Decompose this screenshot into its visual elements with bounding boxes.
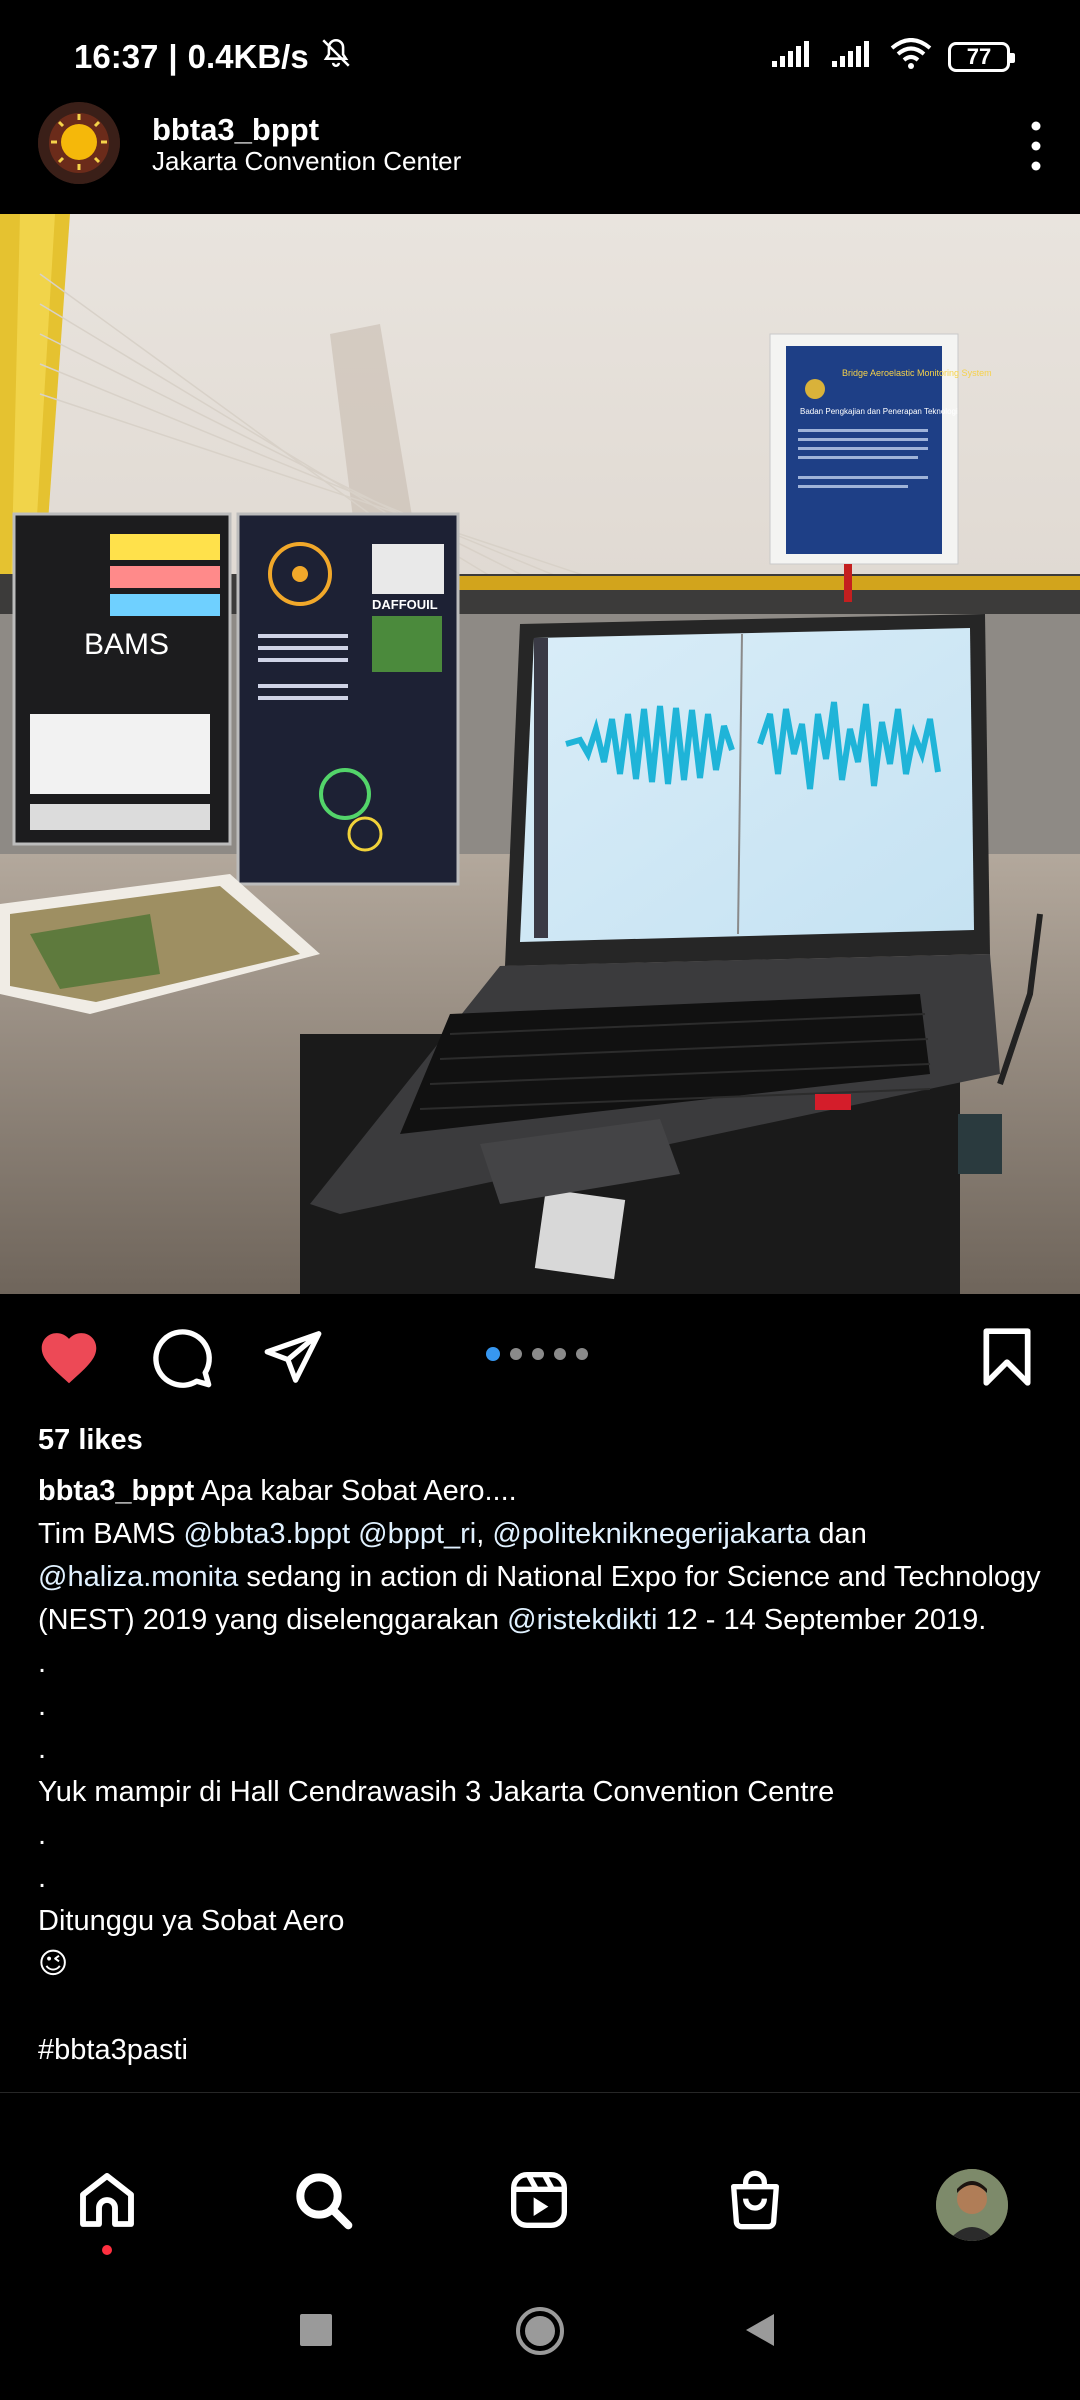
recents-icon[interactable] [298,2312,334,2353]
mention-haliza[interactable]: @haliza.monita [38,1561,238,1593]
status-bar: 16:37 | 0.4KB/s 77 [0,0,1080,110]
comment-icon[interactable] [150,1326,214,1395]
carousel-indicator [486,1347,588,1361]
mention-bbta3[interactable]: @bbta3.bppt [184,1518,351,1550]
carousel-dot [510,1348,522,1360]
caption-hall-line: Yuk mampir di Hall Cendrawasih 3 Jakarta… [38,1776,835,1808]
search-icon[interactable] [288,2165,358,2235]
likes-count[interactable]: 57 likes [38,1424,143,1457]
caption-dot: . [38,1862,47,1894]
status-time: 16:37 [74,38,159,75]
mention-ristekdikti[interactable]: @ristekdikti [507,1604,657,1636]
signal-icon [770,39,814,74]
system-nav-bar [0,2262,1080,2400]
post-actions [0,1300,1080,1410]
status-right: 77 [770,38,1015,75]
carousel-dot [532,1348,544,1360]
profile-avatar[interactable] [936,2169,1008,2241]
mention-bppt[interactable]: @bppt_ri [358,1518,476,1550]
caption-dot: . [38,1647,47,1679]
signal-icon-2 [830,39,874,74]
bottom-nav [0,2092,1080,2263]
share-icon[interactable] [262,1326,324,1393]
post-header: bbta3_bppt Jakarta Convention Center [0,100,1080,214]
caption-body: Tim BAMS @bbta3.bppt @bppt_ri, @politekn… [38,1518,1041,1636]
mute-icon [319,36,353,78]
caption-wait-line: Ditunggu ya Sobat Aero [38,1905,345,1937]
like-heart-icon[interactable] [36,1326,102,1391]
back-icon[interactable] [740,2310,780,2355]
wink-emoji: 😉 [38,1948,69,1980]
wifi-icon [890,38,932,75]
carousel-dot [576,1348,588,1360]
poster-brand: DAFFOUIL [372,597,438,612]
post-caption: bbta3_bppt Apa kabar Sobat Aero.... Tim … [38,1470,1048,2072]
home-notification-dot [102,2245,112,2255]
carousel-dot [486,1347,500,1361]
poster-bams-title: BAMS [84,628,169,661]
post-photo[interactable]: Bridge Aeroelastic Monitoring System Bad… [0,214,1080,1294]
caption-username[interactable]: bbta3_bppt [38,1475,194,1507]
home-icon[interactable] [72,2165,142,2235]
status-left: 16:37 | 0.4KB/s [74,36,353,78]
sign-org: Badan Pengkajian dan Penerapan Teknologi [800,407,958,416]
hashtag-link[interactable]: #bbta3pasti [38,2029,1048,2072]
carousel-dot [554,1348,566,1360]
caption-clip: bbta3_bppt Apa kabar Sobat Aero.... Tim … [0,1460,1080,2092]
mention-pnj[interactable]: @politekniknegerijakarta [492,1518,810,1550]
bookmark-icon[interactable] [978,1326,1036,1393]
status-network-speed: 0.4KB/s [187,38,309,75]
shop-icon[interactable] [720,2165,790,2235]
reels-icon[interactable] [504,2165,574,2235]
battery-icon: 77 [948,41,1015,72]
post-username[interactable]: bbta3_bppt [152,112,319,148]
caption-dot: . [38,1690,47,1722]
caption-line1: Apa kabar Sobat Aero.... [194,1475,517,1507]
sign-title: Bridge Aeroelastic Monitoring System [842,368,992,378]
caption-dot: . [38,1733,47,1765]
post-location[interactable]: Jakarta Convention Center [152,146,461,177]
account-avatar[interactable] [38,102,120,184]
home-system-icon[interactable] [515,2306,565,2361]
more-options-icon[interactable] [1016,118,1056,174]
caption-dot: . [38,1819,47,1851]
